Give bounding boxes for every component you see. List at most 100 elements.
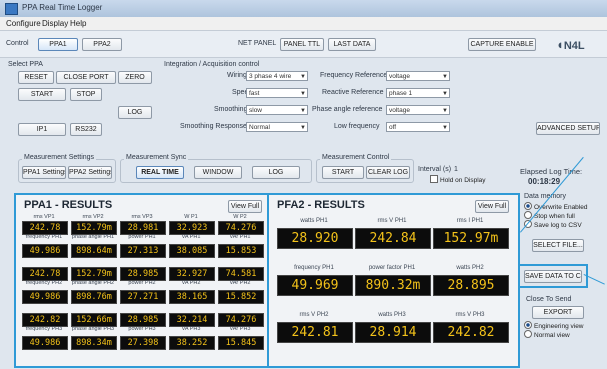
radio-icon <box>524 330 532 338</box>
sync-log-button[interactable]: LOG <box>252 166 300 179</box>
ppa1-value-display: 74.276 <box>218 221 264 235</box>
n4l-logo: ◖N4L <box>556 37 585 52</box>
chevron-down-icon: ▼ <box>300 125 306 131</box>
ppa1-header: W P2 <box>233 214 247 220</box>
panel-ttl-button[interactable]: PANEL TTL <box>280 38 324 51</box>
export-button[interactable]: EXPORT <box>532 306 584 319</box>
ppa1-value-display: 242.78 <box>22 267 68 281</box>
measurement-start-button[interactable]: START <box>322 166 364 179</box>
overwrite-radio[interactable]: Overwrite Enabled <box>524 202 587 211</box>
reset-button[interactable]: RESET <box>18 71 54 84</box>
ppa2-value-label: rms V PH1 <box>377 218 407 224</box>
ppa2-value-label: watts PH3 <box>378 312 406 318</box>
ppa1-value-display: 28.985 <box>120 267 166 281</box>
ppa1-value-display: 242.82 <box>22 313 68 327</box>
phase-angle-reference-select[interactable]: voltage ▼ <box>386 105 450 115</box>
ppa2-value-display: 890.32m <box>355 275 431 296</box>
ppa2-settings-button[interactable]: PPA2 Settings <box>68 166 112 179</box>
start-button[interactable]: START <box>18 88 66 101</box>
frequency-reference-select[interactable]: voltage ▼ <box>386 71 450 81</box>
ppa1-value-caption: VA PH2 <box>181 280 201 286</box>
real-time-button[interactable]: REAL TIME <box>136 166 184 179</box>
ppa1-value-caption: phase angle PH2 <box>71 280 115 286</box>
speed-select[interactable]: fast ▼ <box>246 88 308 98</box>
ppa2-value-label: rms V PH2 <box>299 312 329 318</box>
tab-ppa2[interactable]: PPA2 <box>82 38 122 51</box>
menu-configure[interactable]: Configure <box>6 19 41 28</box>
ppa1-value-caption: power PH3 <box>128 326 156 332</box>
interval-value[interactable]: 1 <box>454 166 458 173</box>
ppa1-value-caption: power PH2 <box>128 280 156 286</box>
ppa1-settings-button[interactable]: PPA1 Settings <box>22 166 66 179</box>
window-button[interactable]: WINDOW <box>194 166 242 179</box>
chevron-down-icon: ▼ <box>300 74 306 80</box>
last-data-button[interactable]: LAST DATA <box>328 38 376 51</box>
clear-log-button[interactable]: CLEAR LOG <box>366 166 410 179</box>
select-file-button[interactable]: SELECT FILE... <box>532 239 584 252</box>
ppa1-header: rms VP2 <box>82 214 104 220</box>
ppa1-value-display: 152.79m <box>71 267 117 281</box>
smoothing-select[interactable]: slow ▼ <box>246 105 308 115</box>
low-frequency-select[interactable]: off ▼ <box>386 122 450 132</box>
ppa1-value-caption: phase angle PH3 <box>71 326 115 332</box>
ppa2-value-display: 28.895 <box>433 275 509 296</box>
ppa2-value-display: 28.914 <box>355 322 431 343</box>
stop-button[interactable]: STOP <box>70 88 102 101</box>
ppa1-value-display: 27.271 <box>120 290 166 304</box>
rs232-button[interactable]: RS232 <box>70 123 102 136</box>
ppa2-value-label: rms V PH3 <box>455 312 485 318</box>
smoothing-response-select[interactable]: Normal ▼ <box>246 122 308 132</box>
log-button[interactable]: LOG <box>118 106 152 119</box>
select-ppa-label: Select PPA <box>8 61 43 68</box>
phase-angle-reference-label: Phase angle reference <box>312 106 383 113</box>
zero-button[interactable]: ZERO <box>118 71 152 84</box>
ppa2-value-display: 49.969 <box>277 275 353 296</box>
ip1-button[interactable]: IP1 <box>18 123 66 136</box>
chevron-down-icon: ▼ <box>300 91 306 97</box>
smoothing-response-label: Smoothing Response <box>180 123 247 130</box>
close-to-send-label: Close To Send <box>526 296 572 303</box>
ppa1-value-caption: frequency PH2 <box>25 280 63 286</box>
interval-label: Interval (s) <box>418 166 452 173</box>
ppa1-value-caption: power PH1 <box>128 234 156 240</box>
reactive-reference-select[interactable]: phase 1 ▼ <box>386 88 450 98</box>
toolbar: Control PPA1 PPA2 NET PANEL PANEL TTL LA… <box>0 31 607 58</box>
ppa1-value-display: 28.985 <box>120 313 166 327</box>
close-port-button[interactable]: CLOSE PORT <box>56 71 116 84</box>
ppa1-value-display: 15.852 <box>218 290 264 304</box>
ppa1-value-display: 74.581 <box>218 267 264 281</box>
smoothing-label: Smoothing <box>214 106 248 113</box>
advanced-setup-button[interactable]: ADVANCED SETUP <box>536 122 600 135</box>
logo-mark-icon: ◖ <box>556 37 564 52</box>
ppa1-value-display: 49.986 <box>22 244 68 258</box>
hold-checkbox[interactable]: Hold on Display <box>430 175 486 184</box>
capture-enable-button[interactable]: CAPTURE ENABLE <box>468 38 536 51</box>
ppa2-value-label: watts PH2 <box>456 265 484 271</box>
title-bar: PPA Real Time Logger <box>0 0 607 18</box>
normal-view-radio[interactable]: Normal view <box>524 330 570 339</box>
wiring-label: Wiring <box>227 72 247 79</box>
chevron-down-icon: ▼ <box>442 125 448 131</box>
tab-ppa1[interactable]: PPA1 <box>38 38 78 51</box>
ppa1-value-display: 38.165 <box>169 290 215 304</box>
menu-display[interactable]: Display <box>42 19 68 28</box>
ppa1-header: rms VP3 <box>131 214 153 220</box>
menu-help[interactable]: Help <box>70 19 86 28</box>
save-log-csv-radio[interactable]: Save log to CSV <box>524 220 582 229</box>
app-icon <box>5 3 18 15</box>
chevron-down-icon: ▼ <box>442 108 448 114</box>
ppa1-value-display: 49.986 <box>22 336 68 350</box>
ppa2-value-display: 242.84 <box>355 228 431 249</box>
ppa1-header: W P1 <box>184 214 198 220</box>
logo-text: N4L <box>563 40 585 52</box>
ppa1-value-caption: frequency PH3 <box>25 326 63 332</box>
ppa2-value-label: watts PH1 <box>300 218 328 224</box>
engineering-view-radio[interactable]: Engineering view <box>524 321 584 330</box>
ppa2-view-button[interactable]: View Full <box>475 200 509 213</box>
ppa1-view-button[interactable]: View Full <box>228 200 262 213</box>
wiring-select[interactable]: 3 phase 4 wire ▼ <box>246 71 308 81</box>
ppa1-value-display: 898.64m <box>71 244 117 258</box>
ppa1-value-display: 28.981 <box>120 221 166 235</box>
ppa2-results-panel: PFA2 - RESULTS View Full watts PH1 28.920… <box>267 193 520 368</box>
ppa1-value-display: 27.398 <box>120 336 166 350</box>
